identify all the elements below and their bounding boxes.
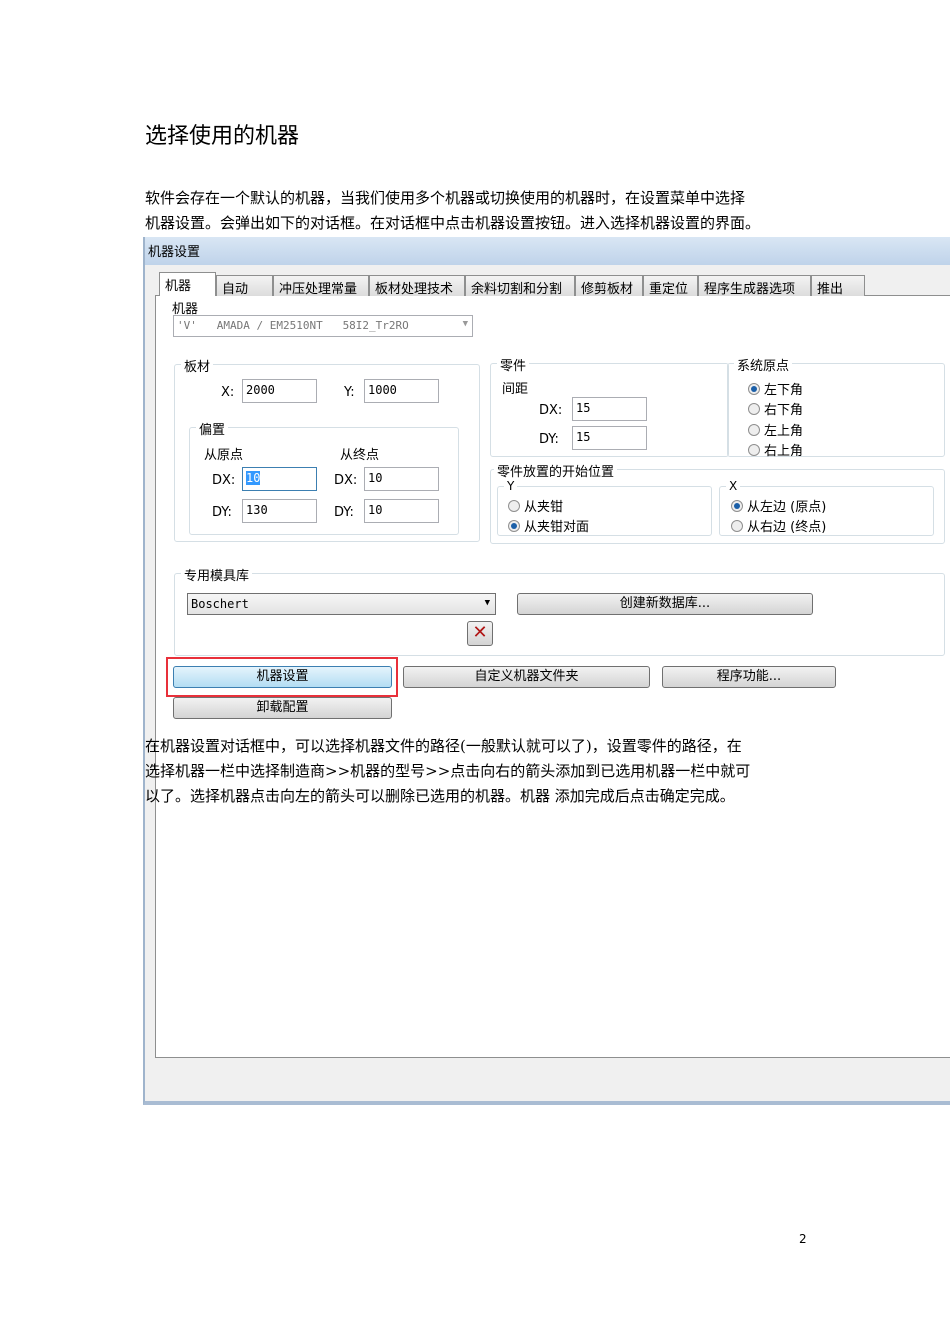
machine-select[interactable]: 'V' AMADA / EM2510NT 58I2_Tr2RO ▼ [173,315,473,337]
body-line-3: 以了。选择机器点击向左的箭头可以删除已选用的机器。机器 添加完成后点击确定完成。 [145,787,735,805]
from-end-label: 从终点 [340,448,380,463]
tooling-library-select[interactable]: Boschert ▼ [187,593,496,615]
end-dx-label: DX: [334,473,358,488]
end-dy-input[interactable]: 10 [364,499,439,523]
sheet-x-label: X: [221,385,235,400]
sheet-group: 板材 X: 2000 Y: 1000 偏置 从原点 从终点 DX: 10 DY:… [174,356,480,542]
y-opposite-clamp-radio[interactable]: 从夹钳对面 [508,516,589,535]
dialog-title: 机器设置 [145,237,950,265]
custom-machine-folder-button[interactable]: 自定义机器文件夹 [403,666,650,688]
sheet-x-input[interactable]: 2000 [242,379,317,403]
chevron-down-icon: ▼ [484,598,490,608]
system-origin-group: 系统原点 左下角 右下角 左上角 右上角 [727,355,945,459]
sheet-y-label: Y: [344,385,355,400]
sheet-y-input[interactable]: 1000 [364,379,439,403]
part-group: 零件 间距 DX: 15 DY: 15 [490,355,729,457]
unload-config-button[interactable]: 卸载配置 [173,697,392,719]
tab-punch-constants[interactable]: 冲压处理常量 [273,275,369,297]
radio-icon [731,520,743,532]
radio-label: 从左边 (原点) [747,500,827,515]
close-icon: ✕ [472,622,488,643]
tooling-library-group: 专用模具库 Boschert ▼ 创建新数据库... ✕ [174,565,945,656]
radio-label: 从夹钳对面 [524,520,590,535]
heading: 选择使用的机器 [145,124,300,149]
tab-eject[interactable]: 推出 [811,275,865,297]
body-line-2: 选择机器一栏中选择制造商>>机器的型号>>点击向右的箭头添加到已选用机器一栏中就… [145,762,751,780]
origin-dy-input[interactable]: 130 [242,499,317,523]
tab-machine[interactable]: 机器 [159,272,216,296]
tab-auto[interactable]: 自动 [216,275,273,297]
radio-label: 左上角 [764,424,804,439]
origin-dx-label: DX: [212,473,236,488]
intro-line-1: 软件会存在一个默认的机器，当我们使用多个机器或切换使用的机器时，在设置菜单中选择 [145,189,746,207]
create-database-button[interactable]: 创建新数据库... [517,593,813,615]
radio-icon [508,500,520,512]
chevron-down-icon: ▼ [462,319,468,329]
x-from-right-radio[interactable]: 从右边 (终点) [731,516,826,535]
sheet-title: 板材 [181,356,214,375]
tab-trim-sheet[interactable]: 修剪板材 [575,275,643,297]
start-position-title: 零件放置的开始位置 [494,461,618,480]
radio-icon [508,520,520,532]
radio-icon [748,403,760,415]
tooling-library-value: Boschert [191,597,249,611]
delete-button[interactable]: ✕ [467,621,493,646]
machine-settings-dialog: 机器设置 机器 自动 冲压处理常量 板材处理技术 余料切割和分割 修剪板材 重定… [143,237,950,1105]
machine-settings-button[interactable]: 机器设置 [173,666,392,688]
radio-label: 左下角 [764,383,804,398]
start-y-title: Y [504,479,518,493]
end-dx-input[interactable]: 10 [364,467,439,491]
origin-bottom-right-radio[interactable]: 右下角 [748,399,803,418]
intro-line-2: 机器设置。会弹出如下的对话框。在对话框中点击机器设置按钮。进入选择机器设置的界面… [145,214,761,232]
tab-remnant-cut[interactable]: 余料切割和分割 [465,275,575,297]
radio-icon [748,424,760,436]
radio-icon [748,383,760,395]
part-dy-label: DY: [539,432,559,447]
machine-value: 'V' AMADA / EM2510NT 58I2_Tr2RO [177,319,409,332]
tooling-library-title: 专用模具库 [181,565,253,584]
start-y-group: Y 从夹钳 从夹钳对面 [497,479,712,536]
radio-label: 右上角 [764,444,804,459]
from-origin-label: 从原点 [204,448,244,463]
y-from-clamp-radio[interactable]: 从夹钳 [508,496,563,515]
radio-label: 右下角 [764,403,804,418]
part-title: 零件 [497,355,530,374]
program-functions-button[interactable]: 程序功能... [662,666,836,688]
radio-label: 从右边 (终点) [747,520,827,535]
offset-title: 偏置 [196,419,229,438]
end-dy-label: DY: [334,505,354,520]
origin-dx-input[interactable]: 10 [242,467,317,491]
offset-group: 偏置 从原点 从终点 DX: 10 DY: 130 DX: 10 DY: 10 [189,419,459,535]
tab-reposition[interactable]: 重定位 [643,275,698,297]
tab-program-generator[interactable]: 程序生成器选项 [698,275,811,297]
part-dx-input[interactable]: 15 [572,397,647,421]
origin-bottom-left-radio[interactable]: 左下角 [748,379,803,398]
page-number: 2 [799,1232,807,1246]
origin-top-left-radio[interactable]: 左上角 [748,420,803,439]
start-position-group: 零件放置的开始位置 Y 从夹钳 从夹钳对面 X 从左边 (原点) 从右边 (终点… [490,461,945,544]
radio-label: 从夹钳 [524,500,564,515]
system-origin-title: 系统原点 [734,355,793,374]
part-dx-label: DX: [539,403,563,418]
start-x-title: X [726,479,741,493]
start-x-group: X 从左边 (原点) 从右边 (终点) [719,479,934,536]
origin-dy-label: DY: [212,505,232,520]
radio-icon [731,500,743,512]
part-dy-input[interactable]: 15 [572,426,647,450]
origin-top-right-radio[interactable]: 右上角 [748,440,803,459]
body-line-1: 在机器设置对话框中，可以选择机器文件的路径(一般默认就可以了)，设置零件的路径，… [145,737,742,755]
spacing-label: 间距 [502,382,529,397]
tab-sheet-tech[interactable]: 板材处理技术 [369,275,465,297]
radio-icon [748,444,760,456]
origin-dx-value: 10 [246,471,261,485]
x-from-left-radio[interactable]: 从左边 (原点) [731,496,826,515]
